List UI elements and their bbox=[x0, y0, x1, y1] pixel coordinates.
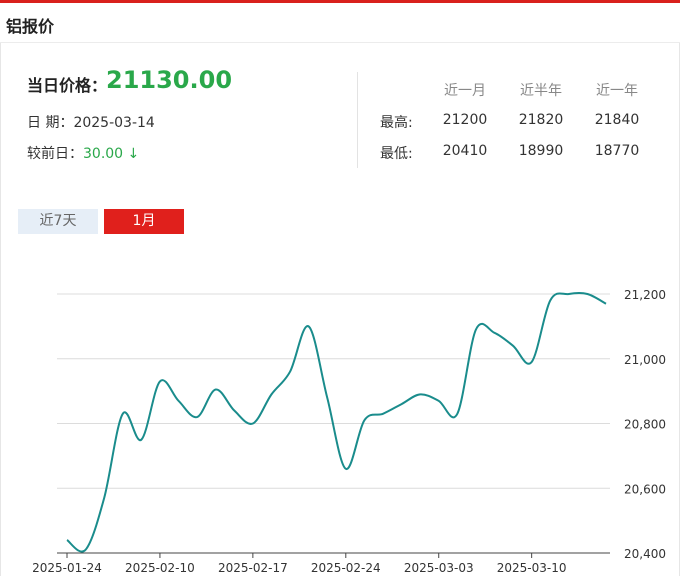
change-value: 30.00 bbox=[83, 146, 124, 162]
y-tick-label: 20,600 bbox=[624, 482, 666, 496]
price-label: 当日价格： bbox=[27, 76, 108, 95]
stats-high-halfyear: 21820 bbox=[518, 112, 564, 128]
stats-low-halfyear: 18990 bbox=[518, 143, 564, 159]
stats-high-month: 21200 bbox=[442, 112, 488, 128]
stats-low-year: 18770 bbox=[594, 143, 640, 159]
arrow-down-icon: ↓ bbox=[127, 146, 140, 162]
x-tick-label: 2025-03-03 bbox=[404, 561, 474, 575]
price-line-chart: 20,400 20,600 20,800 21,000 21,200 2025-01-24… bbox=[32, 288, 666, 575]
stats-header-halfyear: 近半年 bbox=[520, 83, 562, 99]
x-tick-label: 2025-03-10 bbox=[497, 561, 567, 575]
date-row: 日 期：2025-03-14 bbox=[27, 112, 155, 132]
change-row: 较前日：30.00 ↓ bbox=[27, 143, 139, 163]
tab-1-month[interactable]: 1月 bbox=[104, 209, 184, 234]
date-label: 日 期： bbox=[27, 115, 74, 131]
y-tick-label: 21,200 bbox=[624, 288, 666, 302]
y-tick-label: 20,800 bbox=[624, 418, 666, 432]
panel-header: 铝报价 bbox=[0, 3, 680, 43]
price-value: 21130.00 bbox=[106, 66, 233, 94]
stats-header-year: 近一年 bbox=[596, 83, 638, 99]
x-tick-label: 2025-02-17 bbox=[218, 561, 288, 575]
stats-high-year: 21840 bbox=[594, 112, 640, 128]
tab-7-days[interactable]: 近7天 bbox=[18, 209, 98, 234]
date-value: 2025-03-14 bbox=[73, 115, 155, 131]
panel-title: 铝报价 bbox=[6, 17, 55, 36]
change-label: 较前日： bbox=[27, 146, 83, 162]
x-tick-label: 2025-02-10 bbox=[125, 561, 195, 575]
x-tick-label: 2025-01-24 bbox=[32, 561, 102, 575]
stats-header-month: 近一月 bbox=[444, 83, 486, 99]
y-tick-label: 20,400 bbox=[624, 547, 666, 561]
summary-divider bbox=[357, 72, 358, 168]
stats-low-month: 20410 bbox=[442, 143, 488, 159]
x-tick-label: 2025-02-24 bbox=[311, 561, 381, 575]
price-series-line bbox=[66, 291, 607, 553]
y-tick-label: 21,000 bbox=[624, 353, 666, 367]
